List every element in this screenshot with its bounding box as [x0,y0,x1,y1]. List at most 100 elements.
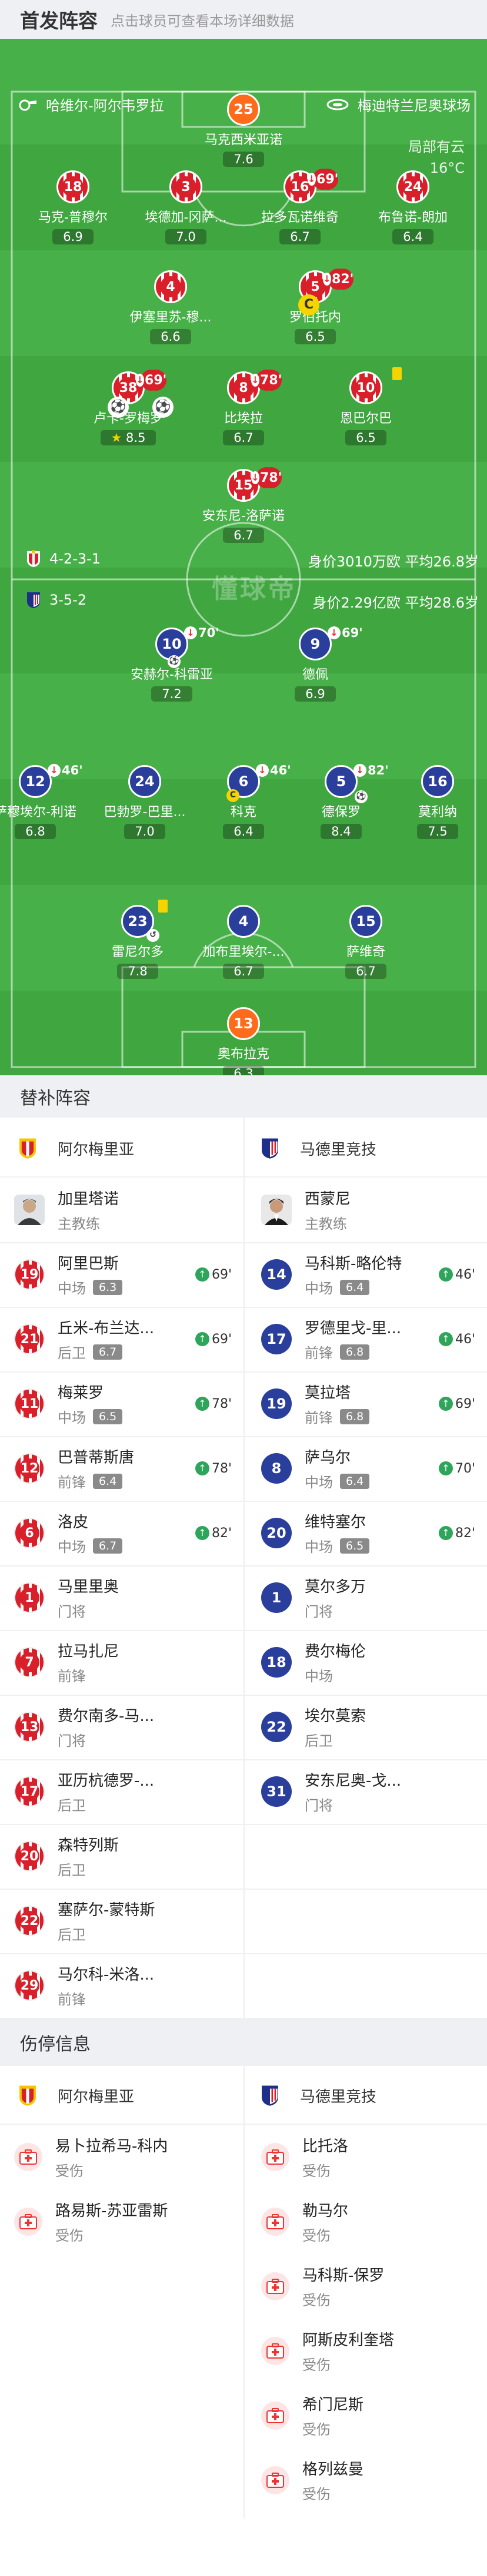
player-position: 门将 [305,1797,333,1814]
sub-player-row[interactable]: 18 费尔梅伦 中场 [243,1630,487,1695]
player-rating: 6.5 [93,1408,123,1424]
injury-away-team: 马德里竞技 [260,2067,376,2124]
pitch-player[interactable]: 15 ↓ 78' 安东尼-洛萨诺 6.7 [173,467,314,543]
sub-player-row[interactable]: 20 维特塞尔 中场 6.5 ↑ 82' [243,1501,487,1565]
player-name: 马克西米亚诺 [204,133,282,147]
injured-player-row[interactable]: 勒马尔 受伤 [243,2189,487,2254]
injury-header: 伤停信息 [0,2019,487,2066]
sub-off-indicator: ↓ 69' [328,626,363,640]
player-number-badge: 17 [14,1776,45,1807]
injured-player-row[interactable]: 路易斯-苏亚雷斯 受伤 [0,2189,243,2254]
player-position: 中场 [58,1539,86,1555]
sub-player-row[interactable]: 31 安东尼奥-戈... 门将 [243,1759,487,1824]
player-name: 梅莱罗 [58,1384,104,1402]
player-name: 马里里奥 [58,1578,119,1596]
player-name: 易卜拉希马-科内 [55,2138,168,2155]
medical-kit-icon [261,2272,289,2300]
sub-player-row[interactable]: 22 塞萨尔-蒙特斯 后卫 [0,1889,243,1953]
injured-player-row[interactable]: 阿斯皮利奎塔 受伤 [243,2319,487,2383]
sub-player-row[interactable]: 1 莫尔多万 门将 [243,1565,487,1630]
player-rating: ★ 8.5 [100,430,156,445]
sub-player-row[interactable]: 14 马科斯-略伦特 中场 6.4 ↑ 46' [243,1242,487,1307]
sub-player-row[interactable]: 22 埃尔莫索 后卫 [243,1695,487,1759]
player-position: 中场 [58,1410,86,1426]
subs-home-team-name: 阿尔梅里亚 [58,1141,135,1159]
sub-player-row[interactable]: 21 丘米-布兰达... 后卫 6.7 ↑ 69' [0,1307,243,1371]
pitch-player[interactable]: 9 ↓ 69' 德佩 6.9 [245,626,386,702]
player-rating: 6.7 [279,229,321,244]
player-number-badge: 31 [261,1776,292,1807]
sub-on-time: ↑ 46' [438,1332,475,1347]
sub-on-time: ↑ 69' [438,1397,475,1411]
sub-player-row[interactable]: 8 萨乌尔 中场 6.4 ↑ 70' [243,1436,487,1501]
player-name: 维特塞尔 [305,1514,366,1531]
sub-player-row[interactable]: 20 森特列斯 后卫 [0,1824,243,1889]
sub-on-arrow-icon: ↑ [438,1397,453,1411]
pitch-player[interactable]: 4 加布里埃尔-... 6.7 [173,905,314,979]
player-name: 亚历杭德罗-... [58,1772,155,1790]
pitch-player[interactable]: 10 恩巴尔巴 6.5 [295,367,436,445]
lineup-title: 首发阵容 [20,9,98,32]
player-name: 拉马扎尼 [58,1643,119,1661]
sub-on-time: ↑ 78' [195,1461,232,1476]
venue-home: 哈维尔-阿尔韦罗拉 [18,94,164,115]
sub-player-row[interactable]: 13 费尔南多-马... 门将 [0,1695,243,1759]
sub-player-row[interactable]: 7 拉马扎尼 前锋 [0,1630,243,1695]
player-name: 埃尔莫索 [305,1708,366,1725]
player-number-badge: 22 [261,1712,292,1742]
pitch-player[interactable]: 10 ↓ 70' ⚽ 安赫尔-科雷亚 7.2 [101,626,242,702]
sub-on-arrow-icon: ↑ [438,1461,453,1475]
pitch-player[interactable]: 25 马克西米亚诺 7.6 [173,93,314,167]
player-number-badge: 15 ↓ 78' [227,467,282,502]
divider [0,1436,487,1437]
player-number-badge: 13 [227,1007,260,1040]
player-rating: 6.4 [93,1473,123,1489]
venue-home-label: 哈维尔-阿尔韦罗拉 [46,98,164,114]
sub-player-row[interactable]: 12 巴普蒂斯唐 前锋 6.4 ↑ 78' [0,1436,243,1501]
injured-player-row[interactable]: 格列兹曼 受伤 [243,2448,487,2513]
sub-player-row[interactable]: 29 马尔科-米洛... 前锋 [0,1953,243,2018]
sub-player-row[interactable]: 19 莫拉塔 前锋 6.8 ↑ 69' [243,1371,487,1436]
injured-player-row[interactable]: 易卜拉希马-科内 受伤 [0,2125,243,2189]
injured-player-row[interactable]: 比托洛 受伤 [243,2125,487,2189]
player-rating: 7.2 [151,686,192,702]
sub-player-row[interactable]: 11 梅莱罗 中场 6.5 ↑ 78' [0,1371,243,1436]
sub-on-time: ↑ 46' [438,1267,475,1282]
pitch-player[interactable]: 8 ↓ 78' 比埃拉 6.7 [173,370,314,445]
player-name: 伊塞里苏-穆... [129,310,212,325]
player-number-badge: 21 [14,1324,45,1354]
injured-player-row[interactable]: 马科斯-保罗 受伤 [243,2254,487,2319]
sub-player-row[interactable]: 19 阿里巴斯 中场 6.3 ↑ 69' [0,1242,243,1307]
sub-player-row[interactable]: 17 亚历杭德罗-... 后卫 [0,1759,243,1824]
pitch-player[interactable]: 4 伊塞里苏-穆... 6.6 [100,270,241,344]
pitch-player[interactable]: 13 奥布拉克 6.3 [173,1007,314,1075]
pitch-player[interactable]: 5 ↓ 82' C 罗伯托内 6.5 [245,269,386,344]
medical-kit-icon [14,2208,42,2236]
player-rating: 6.7 [223,528,264,543]
pitch-player[interactable]: 15 萨维奇 6.7 [295,905,436,979]
pitch: 哈维尔-阿尔韦罗拉 梅迪特兰尼奥球场 局部有云 16°C 懂球帝 4-2-3-1… [0,39,487,1075]
sub-on-time: ↑ 82' [195,1526,232,1541]
player-number-badge: 13 [14,1712,45,1742]
player-rating: 8.4 [321,824,362,839]
pitch-player[interactable]: 24 布鲁诺-朗加 6.4 [342,170,483,244]
injury-title: 伤停信息 [20,2034,91,2055]
sub-off-indicator: ↓ 70' [184,626,219,640]
sub-off-indicator: ↓ 78' [251,370,282,391]
player-number-badge: 17 [261,1324,292,1354]
injury-status: 受伤 [302,2163,331,2179]
home-coach[interactable]: 加里塔诺 主教练 [0,1178,243,1242]
sub-player-row[interactable]: 6 洛皮 中场 6.7 ↑ 82' [0,1501,243,1565]
sub-on-time: ↑ 70' [438,1461,475,1476]
coach-name: 加里塔诺 [58,1190,119,1208]
sub-player-row[interactable]: 1 马里里奥 门将 [0,1565,243,1630]
player-number-badge: 7 [14,1647,45,1678]
player-name: 奥布拉克 [217,1047,269,1062]
player-rating: 6.4 [340,1279,370,1295]
sub-player-row[interactable]: 17 罗德里戈-里... 前锋 6.8 ↑ 46' [243,1307,487,1371]
medical-kit-icon [261,2401,289,2430]
player-rating: 6.8 [340,1344,370,1360]
injured-player-row[interactable]: 希门尼斯 受伤 [243,2383,487,2448]
away-coach[interactable]: 西蒙尼 主教练 [243,1178,487,1242]
pitch-player[interactable]: 16 莫利纳 7.5 [367,765,487,839]
